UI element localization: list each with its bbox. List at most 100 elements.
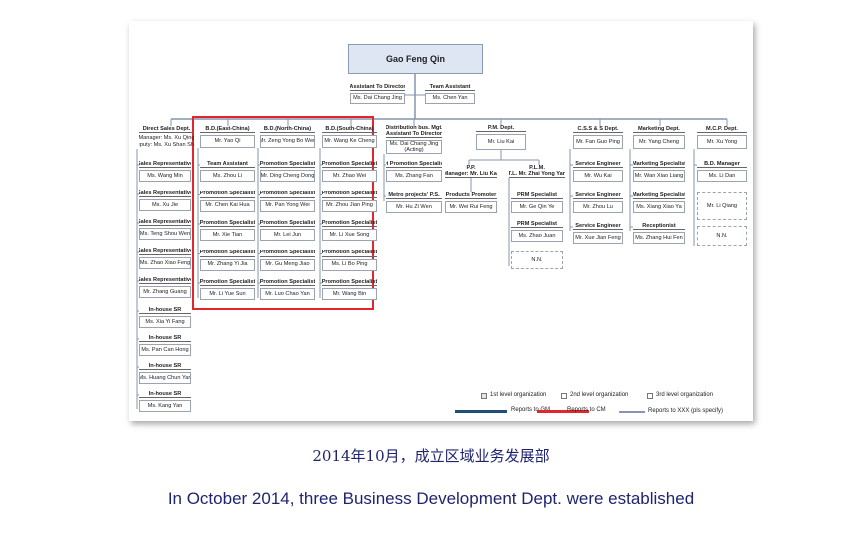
marketing-staff-title: Receptionist [633, 223, 685, 230]
caption-chinese: 2014年10月，成立区域业务发展部 [312, 447, 550, 465]
bd_north-staff-title: Promotion Specialist [260, 220, 315, 227]
legend-xxx: Reports to XXX (pls specify) [648, 408, 724, 414]
bd_south-staff-title: Promotion Specialist [322, 279, 377, 286]
director-box: Gao Feng Qin [348, 44, 483, 74]
legend-gm-line [455, 410, 507, 413]
sales-rep-name: Ms. Xu Jie [139, 199, 191, 211]
team-assistant-title: Team Assistant [425, 84, 475, 91]
bd_north-header: B.D.(North-China) [260, 126, 315, 133]
sales-rep-title: Sales Representative [139, 219, 191, 226]
css-manager: Mr. Fan Guo Ping [573, 135, 623, 149]
distribution-staff-name: Mr. Hu Zi Wen [386, 201, 442, 213]
service-engineer-name: Mr. Wu Kai [573, 170, 623, 182]
bd_east-staff-title: Promotion Specialist [200, 190, 255, 198]
service-engineer-name: Mr. Xue Jian Feng [573, 232, 623, 244]
distribution-staff-title: Metro projects' P.S. [386, 192, 442, 199]
bd_south-staff-name: Mr. Li Xue Song [322, 229, 377, 241]
inhouse-sr-title: In-house SR [139, 335, 191, 342]
distribution-manager: Ms. Dai Chang Jing (Acting) [386, 140, 442, 154]
marketing-manager: Mr. Yang Cheng [633, 135, 685, 149]
bd_south-staff-name: Mr. Zhou Jian Ping [322, 199, 377, 212]
bd_east-header: B.D.(East-China) [200, 126, 255, 133]
direct-sales-header: Direct Sales Dept. [139, 126, 194, 133]
pm-header: P.M. Dept. [476, 125, 526, 132]
prm-title: PRM Specialist [511, 221, 563, 228]
bd_east-staff-name: Mr. Li Yue Sun [200, 288, 255, 300]
bd_east-staff-title: Team Assistant [200, 161, 255, 168]
bd_south-manager: Mr. Wang Ke Cheng [322, 135, 377, 148]
pm-nn: N.N. [511, 251, 563, 269]
bd_north-staff-title: Promotion Specialist [260, 249, 315, 257]
inhouse-sr-name: Ms. Xia Yi Fang [139, 316, 191, 328]
inhouse-sr-name: Ms. Kang Yan [139, 400, 191, 412]
mcp-staff-2: N.N. [697, 226, 747, 246]
bd_south-staff-title: Promotion Specialist [322, 161, 377, 168]
service-engineer-title: Service Engineer [573, 192, 623, 199]
bd_east-staff-title: Promotion Specialist [200, 279, 255, 286]
service-engineer-title: Service Engineer [573, 161, 623, 168]
bd_east-staff-name: Ms. Zhou Li [200, 170, 255, 182]
prm-name: Ms. Zhao Juan [511, 230, 563, 242]
pp-box: P.P. Manager: Mr. Liu Kai [445, 165, 497, 178]
bd_north-staff-name: Mr. Gu Meng Jiao [260, 258, 315, 271]
legend-level1-swatch [481, 393, 487, 399]
legend-level3-swatch [647, 393, 653, 399]
bd_north-staff-title: Promotion Specialist [260, 161, 315, 168]
bd_north-staff-title: Promotion Specialist [260, 279, 315, 286]
distribution-staff-name: Ms. Zhang Fan [386, 170, 442, 182]
legend-level2-swatch [561, 393, 567, 399]
bd_east-staff-title: Promotion Specialist [200, 220, 255, 227]
sales-rep-name: Ms. Wang Min [139, 170, 191, 182]
bd_east-staff-name: Mr. Chen Kai Hua [200, 199, 255, 212]
marketing-staff-title: Marketing Specialist [633, 161, 685, 168]
marketing-staff-title: Marketing Specialist [633, 192, 685, 199]
team-assistant-name: Ms. Chen Yan [425, 93, 475, 104]
bd_south-header: B.D.(South-China) [322, 126, 377, 133]
bd_south-staff-name: Mr. Wang Bin [322, 288, 377, 300]
legend-level3: 3rd level organization [656, 392, 714, 398]
inhouse-sr-title: In-house SR [139, 363, 191, 370]
bd_north-staff-name: Mr. Luo Chao Yan [260, 288, 315, 300]
bd_north-staff-name: Mr. Ding Cheng Dong [260, 170, 315, 182]
sales-rep-name: Ms. Zhao Xiao Feng [139, 257, 191, 269]
mcp-staff-1: Mr. Li Qiang [697, 192, 747, 220]
distribution-header: Distribution bus. Mgt. Assistant To Direc… [386, 125, 442, 138]
prm-title: PRM Specialist [511, 192, 563, 199]
legend-level1: 1st level organization [490, 392, 547, 398]
inhouse-sr-name: Ms. Pan Can Hong [139, 344, 191, 356]
plm-box: P.L.M. T.L. Mr. Zhai Yong Yan [509, 165, 565, 178]
sales-rep-title: Sales Representative [139, 277, 191, 284]
sales-rep-title: Sales Representative [139, 190, 191, 197]
inhouse-sr-title: In-house SR [139, 307, 191, 314]
prm-name: Mr. Ge Qin Ye [511, 201, 563, 213]
marketing-staff-name: Ms. Zhang Hui Fen [633, 232, 685, 244]
bd_north-manager: Mr. Zeng Yong Bo Wen [260, 135, 315, 148]
products-promoter-name: Mr. Wei Rui Feng [445, 201, 497, 213]
sales-rep-title: Sales Representative [139, 248, 191, 255]
sales-rep-name: Mr. Zhang Guang [139, 286, 191, 298]
bd_north-staff-title: Promotion Specialist [260, 190, 315, 198]
sales-rep-title: Sales Representative [139, 161, 191, 168]
direct-sales-manager: Manager: Ms. Xu QingDeputy: Ms. Xu Shan … [139, 135, 194, 148]
bd_south-staff-title: Promotion Specialist [322, 249, 377, 257]
marketing-staff-name: Ms. Xiang Xiao Ya [633, 201, 685, 213]
distribution-staff-title: Di Promotion Specialist [386, 161, 442, 168]
products-promoter-title: Products Promoter [445, 192, 497, 199]
bd_north-staff-name: Mr. Lei Jun [260, 229, 315, 241]
marketing-header: Marketing Dept. [633, 126, 685, 133]
inhouse-sr-name: Ms. Huang Chun Yan [139, 372, 191, 384]
marketing-staff-name: Mr. Wan Xiao Liang [633, 170, 685, 182]
mcp-header: M.C.P. Dept. [697, 126, 747, 133]
bd_east-staff-name: Mr. Zhang Yi Jia [200, 258, 255, 271]
bd_east-manager: Mr. Yao Qi [200, 135, 255, 148]
service-engineer-name: Mr. Zhou Lu [573, 201, 623, 213]
org-chart: Gao Feng Qin Assistant To Director Ms. Dai… [129, 21, 753, 421]
mcp-manager: Mr. Xu Yong [697, 135, 747, 149]
bd_east-staff-name: Mr. Xie Tian [200, 229, 255, 241]
assistant-director-name: Ms. Dai Chang Jing [350, 93, 405, 104]
mcp-bd-manager-title: B.D. Manager [697, 161, 747, 168]
legend-level2: 2nd level organization [570, 392, 629, 398]
bd_south-staff-title: Promotion Specialist [322, 190, 377, 198]
sales-rep-name: Ms. Teng Shou Wen [139, 228, 191, 240]
bd_south-staff-name: Ms. Li Bo Ping [322, 258, 377, 271]
